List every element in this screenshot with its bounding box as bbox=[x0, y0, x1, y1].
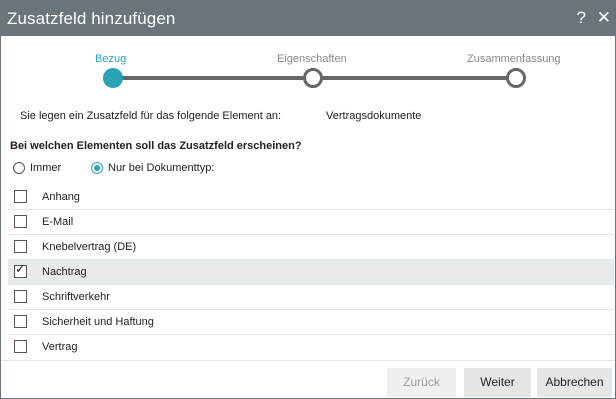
list-item-e-mail[interactable]: E-Mail bbox=[8, 210, 614, 235]
info-value: Vertragsdokumente bbox=[326, 110, 422, 122]
dialog: Zusatzfeld hinzufügen ? ✕ Bezug Eigensch… bbox=[0, 0, 616, 399]
info-label: Sie legen ein Zusatzfeld für das folgend… bbox=[20, 110, 282, 122]
step-dot-bezug[interactable] bbox=[103, 68, 123, 88]
step-label-zusammenfassung: Zusammenfassung bbox=[467, 53, 561, 65]
list-item-label: E-Mail bbox=[42, 216, 74, 228]
doc-type-list: Anhang E-Mail Knebelvertrag (DE) ✓ Nacht… bbox=[8, 185, 614, 359]
list-item-label: Knebelvertrag (DE) bbox=[42, 241, 137, 253]
step-dot-zusammenfassung[interactable] bbox=[506, 68, 526, 88]
radio-nur-bei-dokumenttyp[interactable]: Nur bei Dokumenttyp: bbox=[91, 162, 215, 175]
checkbox-sicherheit-und-haftung[interactable] bbox=[14, 315, 27, 328]
help-icon[interactable]: ? bbox=[577, 8, 586, 28]
stepper-track-2 bbox=[321, 76, 509, 80]
checkbox-nachtrag[interactable]: ✓ bbox=[14, 261, 27, 278]
list-item-vertrag[interactable]: Vertrag bbox=[8, 335, 614, 359]
radio-immer-circle[interactable] bbox=[13, 162, 25, 175]
list-item-label: Anhang bbox=[42, 191, 80, 203]
back-button[interactable]: Zurück bbox=[387, 368, 456, 397]
radio-immer-label: Immer bbox=[30, 162, 62, 174]
close-icon[interactable]: ✕ bbox=[597, 8, 611, 28]
dialog-titlebar: Zusatzfeld hinzufügen ? ✕ bbox=[1, 1, 615, 36]
list-item-label: Sicherheit und Haftung bbox=[42, 316, 154, 328]
list-item-schriftverkehr[interactable]: Schriftverkehr bbox=[8, 285, 614, 310]
checkmark-icon: ✓ bbox=[15, 261, 26, 276]
radio-nur-bei-dokumenttyp-label: Nur bei Dokumenttyp: bbox=[108, 162, 215, 174]
footer-divider bbox=[1, 360, 615, 361]
step-dot-eigenschaften[interactable] bbox=[303, 68, 323, 88]
titlebar-actions: ? ✕ bbox=[571, 8, 611, 28]
list-item-label: Schriftverkehr bbox=[42, 291, 110, 303]
list-item-sicherheit-und-haftung[interactable]: Sicherheit und Haftung bbox=[8, 310, 614, 335]
list-item-knebelvertrag[interactable]: Knebelvertrag (DE) bbox=[8, 235, 614, 260]
radio-immer[interactable]: Immer bbox=[13, 162, 62, 175]
cancel-button[interactable]: Abbrechen bbox=[537, 368, 612, 397]
step-label-eigenschaften: Eigenschaften bbox=[277, 53, 347, 65]
stepper-track-1 bbox=[121, 76, 307, 80]
checkbox-e-mail[interactable] bbox=[14, 215, 27, 228]
checkbox-knebelvertrag[interactable] bbox=[14, 240, 27, 253]
radio-nur-bei-dokumenttyp-circle[interactable] bbox=[91, 162, 103, 175]
list-item-anhang[interactable]: Anhang bbox=[8, 185, 614, 210]
list-item-label: Vertrag bbox=[42, 341, 78, 353]
next-button[interactable]: Weiter bbox=[464, 368, 531, 397]
list-item-nachtrag[interactable]: ✓ Nachtrag bbox=[8, 260, 614, 285]
checkbox-anhang[interactable] bbox=[14, 190, 27, 203]
list-item-label: Nachtrag bbox=[42, 266, 87, 278]
checkbox-schriftverkehr[interactable] bbox=[14, 290, 27, 303]
dialog-title: Zusatzfeld hinzufügen bbox=[7, 9, 176, 28]
scope-question: Bei welchen Elementen soll das Zusatzfel… bbox=[10, 140, 302, 152]
checkbox-vertrag[interactable] bbox=[14, 340, 27, 353]
step-label-bezug: Bezug bbox=[95, 53, 127, 65]
